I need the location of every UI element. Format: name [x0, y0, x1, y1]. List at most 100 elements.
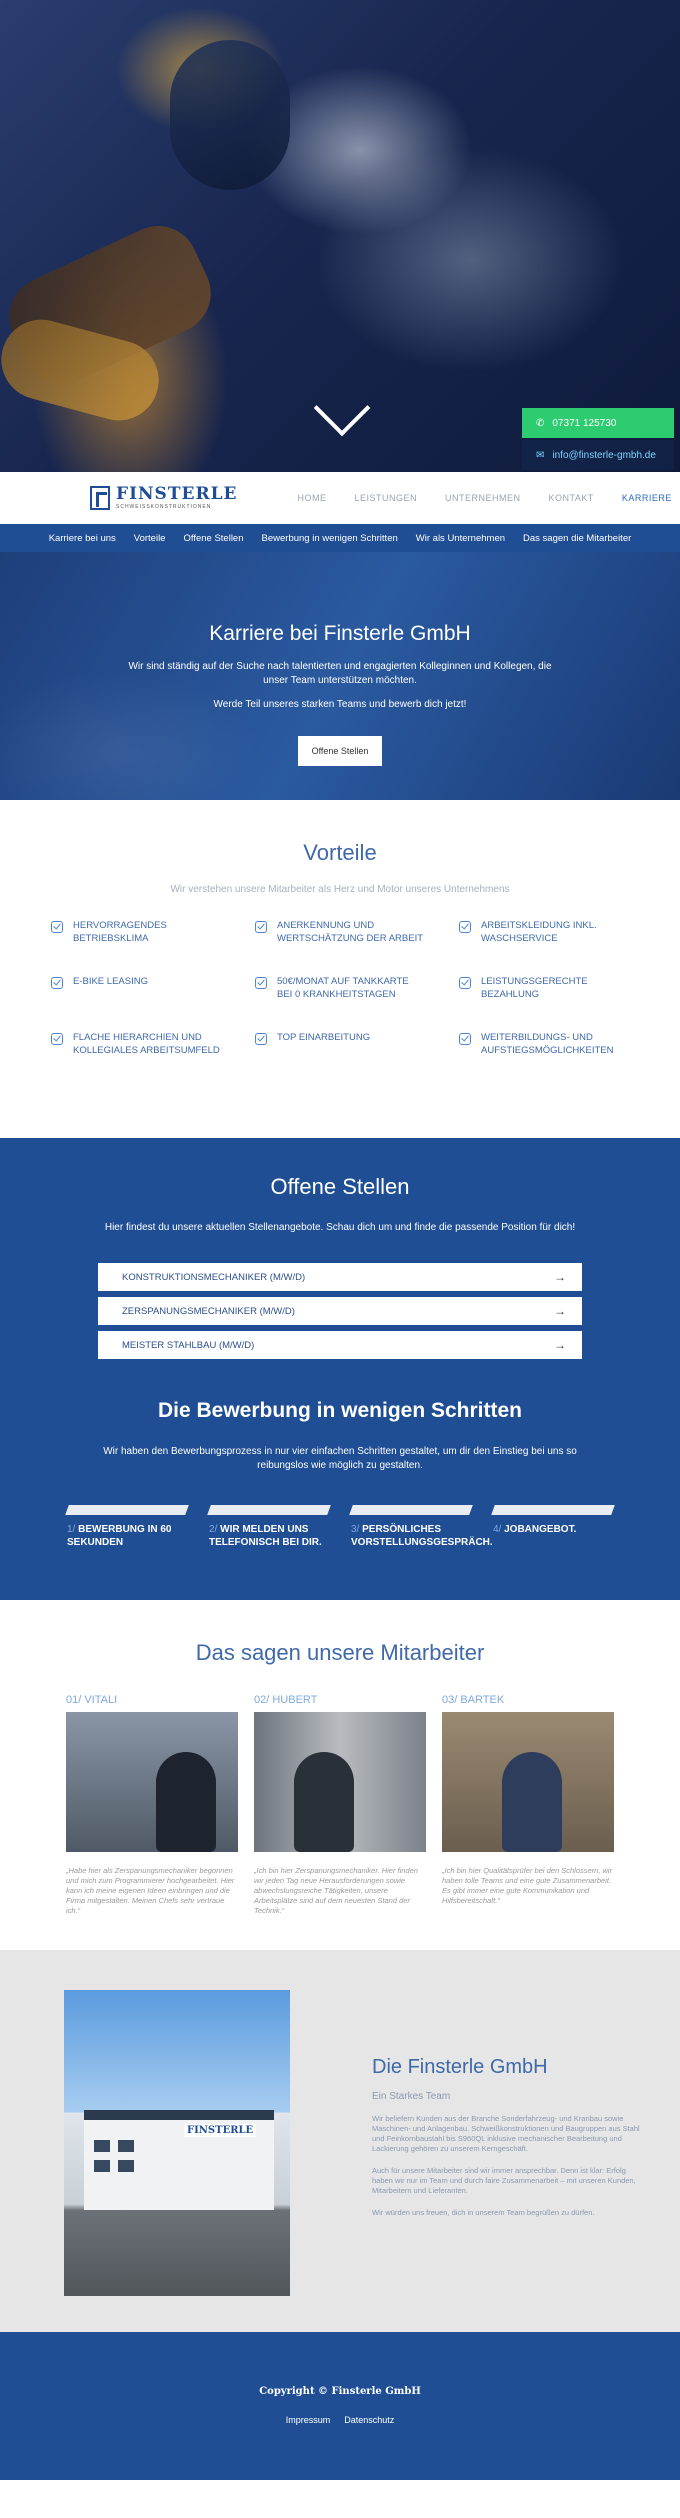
step-label: WIR MELDEN UNS TELEFONISCH BEI DIR.	[209, 1524, 322, 1548]
benefit-item: TOP EINARBEITUNG	[255, 1031, 425, 1061]
benefit-label: LEISTUNGSGERECHTE BEZAHLUNG	[481, 976, 588, 1000]
member-quote: „Ich bin hier Qualitätsprüfer bei den Sc…	[442, 1866, 613, 1905]
offene-stellen-section: Offene Stellen Hier findest du unsere ak…	[0, 1138, 680, 1600]
company-building-image: FINSTERLE	[64, 1990, 290, 2296]
vorteile-section: Vorteile Wir verstehen unsere Mitarbeite…	[0, 800, 680, 1138]
nav-karriere[interactable]: KARRIERE	[622, 493, 672, 503]
firma-title: Die Finsterle GmbH	[372, 2056, 548, 2078]
job-item[interactable]: KONSTRUKTIONSMECHANIKER (M/W/D) →	[98, 1263, 582, 1291]
firma-paragraph: Wir beliefern Kunden aus der Branche Son…	[372, 2114, 640, 2153]
check-icon	[51, 1033, 63, 1045]
benefit-item: ANERKENNUNG UND WERTSCHÄTZUNG DER ARBEIT	[255, 919, 425, 949]
main-nav: HOME LEISTUNGEN UNTERNEHMEN KONTAKT KARR…	[297, 493, 671, 503]
nav-kontakt[interactable]: KONTAKT	[549, 493, 594, 503]
stellen-title: Offene Stellen	[270, 1174, 410, 1199]
subnav-offene-stellen[interactable]: Offene Stellen	[183, 533, 243, 544]
mail-icon: ✉	[536, 449, 545, 461]
check-icon	[51, 977, 63, 989]
logo-subtitle: SCHWEISSKONSTRUKTIONEN	[116, 504, 212, 510]
benefit-item: LEISTUNGSGERECHTE BEZAHLUNG	[459, 975, 629, 1005]
email-contact-button[interactable]: ✉ info@finsterle-gmbh.de	[522, 440, 674, 470]
member-quote: „Ich bin hier Zerspanungsmechaniker. Hie…	[254, 1866, 418, 1915]
window	[118, 2140, 134, 2152]
subnav-vorteile[interactable]: Vorteile	[134, 533, 166, 544]
mitarbeiter-title: Das sagen unsere Mitarbeiter	[195, 1640, 485, 1665]
subnav-mitarbeiter[interactable]: Das sagen die Mitarbeiter	[523, 533, 631, 544]
step-item: 3/ PERSÖNLICHES VORSTELLUNGSGESPRÄCH.	[349, 1505, 493, 1549]
job-title: MEISTER STAHLBAU (M/W/D)	[122, 1339, 255, 1351]
benefit-label: HERVORRAGENDES BETRIEBSKLIMA	[73, 920, 167, 944]
check-icon	[51, 921, 63, 933]
benefit-item: WEITERBILDUNGS- UND AUFSTIEGSMÖGLICHKEIT…	[459, 1031, 629, 1061]
benefit-label: ANERKENNUNG UND WERTSCHÄTZUNG DER ARBEIT	[277, 920, 424, 944]
bewerbung-lead: Wir haben den Bewerbungsprozess in nur v…	[103, 1446, 577, 1471]
member-name: 01/ VITALI	[66, 1694, 118, 1706]
main-navbar: FINSTERLE SCHWEISSKONSTRUKTIONEN HOME LE…	[0, 472, 680, 524]
copyright: Copyright © Finsterle GmbH	[259, 2386, 421, 2397]
arrow-right-icon: →	[554, 1338, 566, 1352]
member-name: 02/ HUBERT	[254, 1694, 318, 1706]
nav-leistungen[interactable]: LEISTUNGEN	[354, 493, 417, 503]
benefit-item: HERVORRAGENDES BETRIEBSKLIMA	[51, 919, 221, 949]
vorteile-subtitle: Wir verstehen unsere Mitarbeiter als Her…	[170, 884, 510, 895]
datenschutz-link[interactable]: Datenschutz	[344, 2415, 394, 2425]
member-figure	[294, 1752, 354, 1852]
karriere-banner: Karriere bei Finsterle GmbH Wir sind stä…	[0, 552, 680, 800]
check-icon	[459, 1033, 471, 1045]
subnav-bewerbung[interactable]: Bewerbung in wenigen Schritten	[262, 533, 398, 544]
logo-name: FINSTERLE	[116, 484, 238, 504]
team-list: 01/ VITALI „Habe hier als Zerspanungsmec…	[0, 1694, 680, 1916]
step-label: PERSÖNLICHES VORSTELLUNGSGESPRÄCH.	[351, 1524, 493, 1548]
team-member-card: 03/ BARTEK „Ich bin hier Qualitätsprüfer…	[442, 1694, 614, 1916]
step-bar	[491, 1505, 615, 1515]
window	[118, 2160, 134, 2172]
footer-links: Impressum Datenschutz	[0, 2415, 680, 2425]
impressum-link[interactable]: Impressum	[286, 2415, 331, 2425]
step-item: 1/ BEWERBUNG IN 60 SEKUNDEN	[65, 1505, 189, 1549]
step-number: 3/	[351, 1524, 360, 1535]
building-sign: FINSTERLE	[184, 2124, 257, 2137]
firma-paragraph: Wir würden uns freuen, dich in unserem T…	[372, 2208, 595, 2217]
benefit-label: TOP EINARBEITUNG	[277, 1032, 371, 1043]
subnav-karriere[interactable]: Karriere bei uns	[49, 533, 116, 544]
check-icon	[255, 977, 267, 989]
step-bar	[65, 1505, 189, 1515]
job-item[interactable]: MEISTER STAHLBAU (M/W/D) →	[98, 1331, 582, 1359]
scroll-down-chevron-icon[interactable]	[313, 379, 371, 437]
benefits-grid: HERVORRAGENDES BETRIEBSKLIMA ANERKENNUNG…	[0, 919, 680, 1061]
firma-section: FINSTERLE Die Finsterle GmbH Ein Starkes…	[0, 1950, 680, 2332]
logo[interactable]: FINSTERLE SCHWEISSKONSTRUKTIONEN	[90, 486, 237, 510]
job-title: KONSTRUKTIONSMECHANIKER (M/W/D)	[122, 1271, 306, 1283]
offene-stellen-button[interactable]: Offene Stellen	[297, 736, 383, 766]
firma-text: Die Finsterle GmbH Ein Starkes Team Wir …	[372, 2056, 642, 2218]
job-title: ZERSPANUNGSMECHANIKER (M/W/D)	[122, 1305, 295, 1317]
vorteile-title: Vorteile	[303, 840, 377, 865]
nav-unternehmen[interactable]: UNTERNEHMEN	[445, 493, 521, 503]
hero-image-mask	[170, 40, 290, 190]
banner-text: Wir sind ständig auf der Suche nach tale…	[128, 661, 552, 686]
bewerbung-title: Die Bewerbung in wenigen Schritten	[157, 1399, 523, 1422]
member-name: 03/ BARTEK	[442, 1694, 505, 1706]
logo-icon	[90, 486, 110, 510]
step-bar	[207, 1505, 331, 1515]
footer: Copyright © Finsterle GmbH Impressum Dat…	[0, 2332, 680, 2480]
benefit-label: E-BIKE LEASING	[73, 976, 148, 987]
banner-cta-text: Werde Teil unseres starken Teams und bew…	[213, 699, 467, 710]
bewerbung-steps: 1/ BEWERBUNG IN 60 SEKUNDEN 2/ WIR MELDE…	[0, 1505, 680, 1549]
subnav-unternehmen[interactable]: Wir als Unternehmen	[416, 533, 505, 544]
stellen-lead: Hier findest du unsere aktuellen Stellen…	[104, 1222, 576, 1233]
benefit-label: ARBEITSKLEIDUNG INKL. WASCHSERVICE	[481, 920, 597, 944]
nav-home[interactable]: HOME	[297, 493, 326, 503]
benefit-item: FLACHE HIERARCHIEN UND KOLLEGIALES ARBEI…	[51, 1031, 221, 1061]
bewerbung-block: Die Bewerbung in wenigen Schritten Wir h…	[0, 1399, 680, 1549]
check-icon	[255, 1033, 267, 1045]
benefit-item: ARBEITSKLEIDUNG INKL. WASCHSERVICE	[459, 919, 629, 949]
member-figure	[156, 1752, 216, 1852]
benefit-label: 50€/MONAT AUF TANKKARTE BEI 0 KRANKHEITS…	[277, 976, 409, 1000]
check-icon	[459, 921, 471, 933]
arrow-right-icon: →	[554, 1270, 566, 1284]
phone-contact-button[interactable]: ✆ 07371 125730	[522, 408, 674, 438]
job-item[interactable]: ZERSPANUNGSMECHANIKER (M/W/D) →	[98, 1297, 582, 1325]
step-label: JOBANGEBOT.	[504, 1524, 577, 1535]
window	[94, 2140, 110, 2152]
